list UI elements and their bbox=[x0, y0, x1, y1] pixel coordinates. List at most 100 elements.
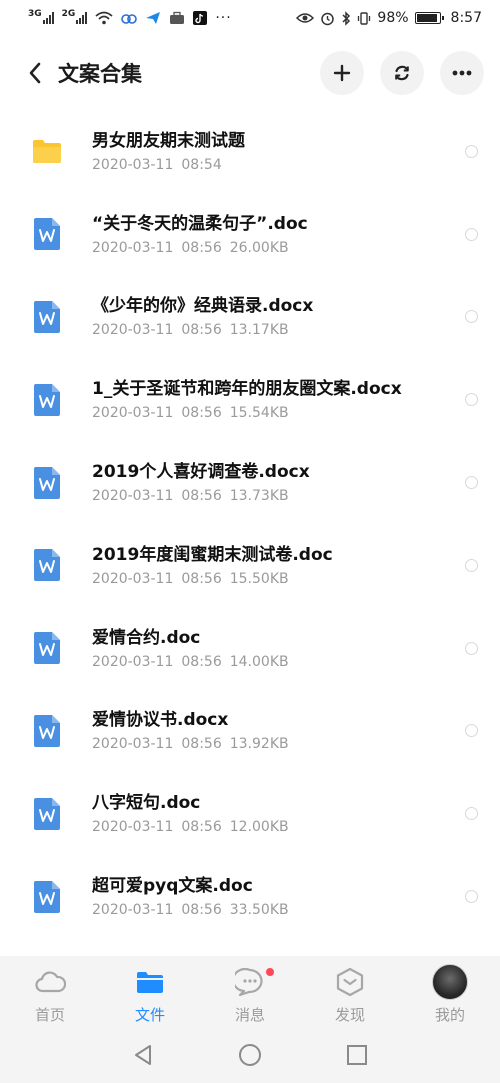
more-dots-icon bbox=[452, 70, 472, 76]
file-name: 爱情合约.doc bbox=[92, 627, 201, 648]
file-row[interactable]: “关于冬天的温柔句子”.doc 2020-03-11 08:56 26.00KB bbox=[0, 193, 500, 276]
file-info: 2019个人喜好调查卷.docx 2020-03-11 08:56 13.73KB bbox=[92, 461, 500, 504]
select-radio[interactable] bbox=[465, 476, 478, 490]
bluetooth-icon bbox=[342, 10, 351, 26]
back-button[interactable] bbox=[20, 58, 50, 88]
status-right: 98% 8:57 bbox=[296, 10, 482, 26]
file-meta: 2020-03-11 08:56 13.17KB bbox=[92, 322, 500, 338]
file-time: 08:56 bbox=[181, 488, 222, 505]
signal-2g-icon: 2G bbox=[62, 9, 88, 24]
file-date: 2020-03-11 bbox=[92, 239, 174, 256]
tab-label: 我的 bbox=[434, 1006, 465, 1024]
tab-me[interactable]: 我的 bbox=[400, 964, 500, 1025]
file-size: 13.17KB bbox=[229, 322, 289, 339]
file-row[interactable]: 男女朋友期末测试题 2020-03-11 08:54 bbox=[0, 110, 500, 193]
add-button[interactable] bbox=[320, 51, 364, 95]
file-time: 08:56 bbox=[181, 239, 222, 256]
vibrate-icon bbox=[358, 11, 371, 25]
tab-messages[interactable]: 消息 bbox=[200, 964, 300, 1025]
file-name: 超可爱pyq文案.doc bbox=[92, 876, 253, 897]
file-row[interactable]: 2019个人喜好调查卷.docx 2020-03-11 08:56 13.73KB bbox=[0, 441, 500, 524]
file-row[interactable]: 八字短句.doc 2020-03-11 08:56 12.00KB bbox=[0, 772, 500, 855]
battery-icon bbox=[414, 12, 444, 24]
file-date: 2020-03-11 bbox=[92, 653, 174, 670]
alarm-icon bbox=[321, 12, 335, 25]
file-date: 2020-03-11 bbox=[92, 156, 174, 173]
file-meta: 2020-03-11 08:56 26.00KB bbox=[92, 240, 500, 256]
file-info: 2019年度闺蜜期末测试卷.doc 2020-03-11 08:56 15.50KB bbox=[92, 544, 500, 587]
clock: 8:57 bbox=[450, 10, 482, 26]
eye-icon bbox=[296, 13, 315, 23]
tiktok-notification-icon bbox=[193, 11, 208, 25]
cloud-icon bbox=[32, 964, 68, 1000]
file-date: 2020-03-11 bbox=[92, 322, 174, 339]
system-nav-bar bbox=[0, 1026, 500, 1083]
file-row[interactable]: 《少年的你》经典语录.docx 2020-03-11 08:56 13.17KB bbox=[0, 276, 500, 359]
file-date: 2020-03-11 bbox=[92, 570, 174, 587]
file-time: 08:56 bbox=[181, 819, 222, 836]
file-row[interactable]: 1_关于圣诞节和跨年的朋友圈文案.docx 2020-03-11 08:56 15.5… bbox=[0, 358, 500, 441]
chevron-left-icon bbox=[29, 62, 41, 84]
file-row[interactable]: 2019年度闺蜜期末测试卷.doc 2020-03-11 08:56 15.50KB bbox=[0, 524, 500, 607]
select-radio[interactable] bbox=[465, 890, 478, 904]
tab-home[interactable]: 首页 bbox=[0, 964, 100, 1025]
file-row[interactable]: 爱情协议书.docx 2020-03-11 08:56 13.92KB bbox=[0, 690, 500, 773]
file-date: 2020-03-11 bbox=[92, 488, 174, 505]
select-radio[interactable] bbox=[465, 144, 478, 158]
word-doc-icon bbox=[32, 549, 62, 582]
discover-icon bbox=[332, 964, 368, 1000]
file-date: 2020-03-11 bbox=[92, 902, 174, 919]
file-time: 08:56 bbox=[181, 322, 222, 339]
file-name: 《少年的你》经典语录.docx bbox=[92, 296, 314, 317]
tab-files[interactable]: 文件 bbox=[100, 964, 200, 1025]
file-size: 33.50KB bbox=[229, 902, 289, 919]
refresh-button[interactable] bbox=[380, 51, 424, 95]
file-date: 2020-03-11 bbox=[92, 819, 174, 836]
app-notification-icon bbox=[121, 14, 138, 24]
file-name: 2019个人喜好调查卷.docx bbox=[92, 462, 310, 483]
avatar bbox=[432, 964, 468, 1000]
avatar-container bbox=[432, 964, 468, 1000]
file-meta: 2020-03-11 08:56 15.54KB bbox=[92, 405, 500, 421]
word-doc-icon bbox=[32, 300, 62, 333]
home-circle-icon[interactable] bbox=[238, 1043, 262, 1067]
file-size: 26.00KB bbox=[229, 239, 289, 256]
signal-3g-icon: 3G bbox=[28, 9, 54, 24]
file-meta: 2020-03-11 08:56 13.73KB bbox=[92, 488, 500, 504]
file-time: 08:56 bbox=[181, 405, 222, 422]
tab-label: 首页 bbox=[34, 1006, 65, 1024]
header-bar: 文案合集 bbox=[0, 36, 500, 110]
file-meta: 2020-03-11 08:56 13.92KB bbox=[92, 736, 500, 752]
folder-icon bbox=[132, 964, 168, 1000]
file-list[interactable]: 男女朋友期末测试题 2020-03-11 08:54 “关于冬天的温柔句子”.doc 2… bbox=[0, 110, 500, 956]
select-radio[interactable] bbox=[465, 558, 478, 572]
file-name: 2019年度闺蜜期末测试卷.doc bbox=[92, 544, 333, 565]
file-date: 2020-03-11 bbox=[92, 736, 174, 753]
file-name: 爱情协议书.docx bbox=[92, 710, 229, 731]
tab-discover[interactable]: 发现 bbox=[300, 964, 400, 1025]
file-info: 爱情协议书.docx 2020-03-11 08:56 13.92KB bbox=[92, 709, 500, 752]
file-name: 八字短句.doc bbox=[92, 793, 201, 814]
file-info: 男女朋友期末测试题 2020-03-11 08:54 bbox=[92, 130, 500, 173]
plus-icon bbox=[333, 64, 351, 82]
file-info: 超可爱pyq文案.doc 2020-03-11 08:56 33.50KB bbox=[92, 875, 500, 918]
word-doc-icon bbox=[32, 880, 62, 913]
recents-square-icon[interactable] bbox=[346, 1044, 368, 1066]
select-radio[interactable] bbox=[465, 641, 478, 655]
file-date: 2020-03-11 bbox=[92, 405, 174, 422]
file-time: 08:54 bbox=[181, 156, 222, 173]
bottom-tab-bar: 首页 文件 消息 发现 我的 bbox=[0, 956, 500, 1026]
file-row[interactable]: 超可爱pyq文案.doc 2020-03-11 08:56 33.50KB bbox=[0, 855, 500, 938]
file-info: 八字短句.doc 2020-03-11 08:56 12.00KB bbox=[92, 792, 500, 835]
select-radio[interactable] bbox=[465, 227, 478, 241]
back-triangle-icon[interactable] bbox=[132, 1043, 154, 1067]
file-info: 《少年的你》经典语录.docx 2020-03-11 08:56 13.17KB bbox=[92, 295, 500, 338]
file-meta: 2020-03-11 08:54 bbox=[92, 157, 500, 173]
tab-label: 文件 bbox=[134, 1006, 165, 1024]
file-meta: 2020-03-11 08:56 15.50KB bbox=[92, 571, 500, 587]
file-info: 爱情合约.doc 2020-03-11 08:56 14.00KB bbox=[92, 627, 500, 670]
more-button[interactable] bbox=[440, 51, 484, 95]
status-left: 3G 2G ··· bbox=[28, 9, 232, 26]
file-row[interactable]: 爱情合约.doc 2020-03-11 08:56 14.00KB bbox=[0, 607, 500, 690]
tab-label: 消息 bbox=[234, 1006, 265, 1024]
